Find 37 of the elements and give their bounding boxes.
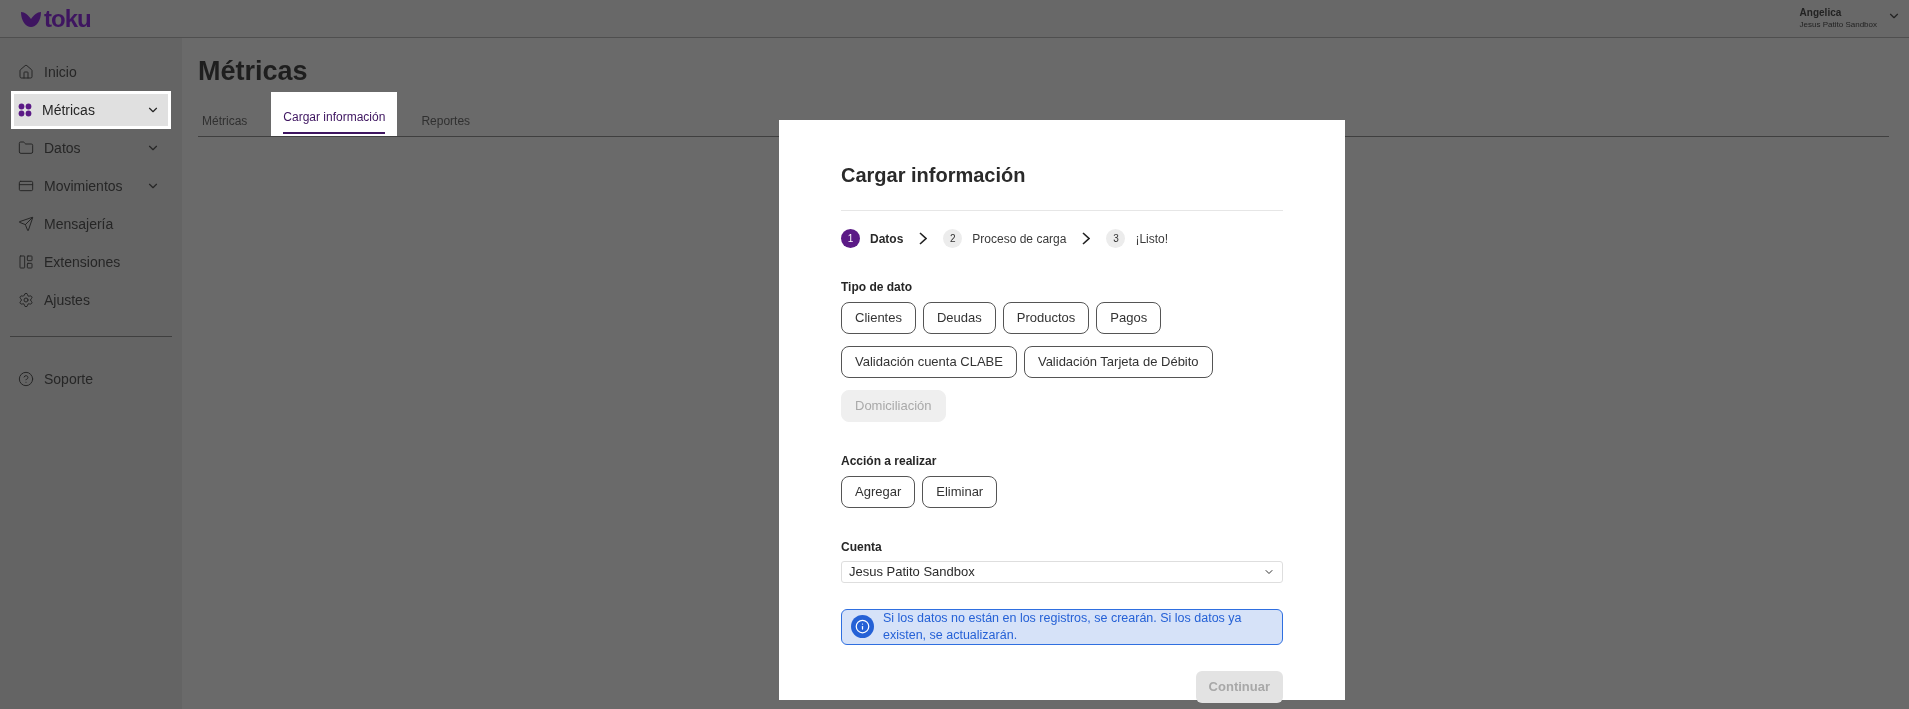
option-button[interactable]: Productos [1002, 302, 1090, 334]
step-number: 1 [841, 229, 860, 248]
step-number: 2 [943, 229, 963, 248]
send-icon [18, 216, 34, 232]
option-button[interactable]: Clientes [841, 302, 916, 334]
option-button[interactable]: Pagos [1096, 302, 1162, 334]
account-select[interactable]: Jesus Patito Sandbox [841, 561, 1283, 583]
field-label: Cuenta [841, 539, 883, 556]
logo-text: toku [44, 6, 91, 31]
field-label: Acción a realizar [841, 453, 938, 470]
dialog-title: Cargar información [841, 163, 1027, 188]
sidebar-item[interactable]: Métricas [14, 94, 168, 126]
option-button[interactable]: Validación cuenta CLABE [841, 346, 1017, 378]
help-icon [18, 371, 34, 387]
chevron-icon [919, 232, 928, 245]
settings-icon [18, 292, 34, 308]
card-icon [18, 178, 34, 194]
step-number: 3 [1106, 229, 1126, 248]
info-text: Si los datos no están en los registros, se crearán. Si los datos ya existen, se actualizarán. [883, 609, 1243, 644]
folder-icon [18, 140, 34, 156]
field-label: Tipo de dato [841, 279, 914, 296]
chevron-icon [1082, 232, 1091, 245]
blocks-icon [18, 254, 34, 270]
logo-icon [20, 9, 42, 28]
step-label: Proceso de carga [972, 230, 1067, 248]
tab[interactable]: Cargar información [271, 92, 398, 136]
option-button[interactable]: Agregar [841, 476, 916, 508]
step-label: Datos [870, 230, 904, 248]
option-button[interactable]: Eliminar [922, 476, 998, 508]
grid-icon [18, 103, 32, 117]
user-name: Angelica [1799, 7, 1842, 20]
info-icon [851, 615, 874, 638]
page-title: Métricas [198, 58, 309, 85]
home-icon [18, 64, 34, 80]
step-label: ¡Listo! [1135, 230, 1169, 248]
option-button[interactable]: Deudas [922, 302, 996, 334]
option-button[interactable]: Validación Tarjeta de Débito [1023, 346, 1213, 378]
